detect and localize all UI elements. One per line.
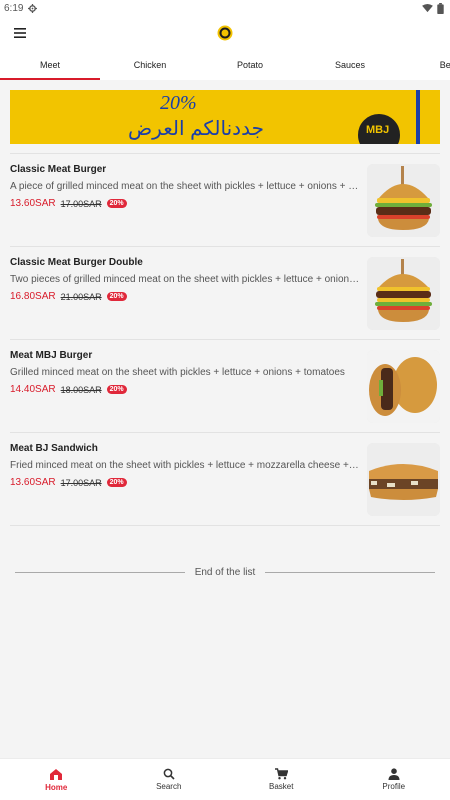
product-item[interactable]: Meat BJ Sandwich Fried minced meat on th…: [10, 432, 440, 525]
product-price: 14.40SAR: [10, 384, 56, 395]
product-price: 16.80SAR: [10, 291, 56, 302]
mbj-logo-icon: [217, 25, 233, 41]
sandwich-image: [367, 443, 440, 516]
cart-icon: [274, 768, 288, 780]
status-left: 6:19: [4, 2, 38, 14]
nav-label: Search: [156, 782, 182, 791]
product-item[interactable]: Classic Meat Burger Double Two pieces of…: [10, 246, 440, 339]
person-icon: [388, 768, 400, 780]
tab-chicken[interactable]: Chicken: [100, 50, 200, 80]
discount-badge: 20%: [106, 292, 127, 301]
divider: [15, 572, 185, 573]
tab-label: Sauces: [334, 60, 366, 70]
nav-search[interactable]: Search: [113, 759, 226, 800]
nav-label: Basket: [269, 782, 294, 791]
price-row: 14.40SAR 18.00SAR 20%: [10, 384, 127, 395]
end-of-list-text: End of the list: [194, 567, 256, 578]
product-name: Meat BJ Sandwich: [10, 443, 98, 454]
status-bar: 6:19: [0, 0, 450, 16]
battery-icon: [437, 2, 444, 14]
product-description: A piece of grilled minced meat on the sh…: [10, 181, 360, 192]
burger-image: [367, 164, 440, 237]
product-description: Grilled minced meat on the sheet with pi…: [10, 367, 345, 378]
product-name: Classic Meat Burger Double: [10, 257, 143, 268]
price-row: 16.80SAR 21.00SAR 20%: [10, 291, 127, 302]
list-divider: [10, 525, 440, 526]
tab-potato[interactable]: Potato: [200, 50, 300, 80]
settings-gear-icon: [28, 3, 38, 13]
status-right: [422, 2, 444, 14]
banner-text: جددنالكم العرض: [128, 118, 264, 140]
tab-label: Chicken: [133, 60, 167, 70]
product-item[interactable]: Meat MBJ Burger Grilled minced meat on t…: [10, 339, 440, 432]
discount-badge: 20%: [106, 385, 127, 394]
double-burger-image: [367, 257, 440, 330]
nav-label: Profile: [382, 782, 406, 791]
wifi-icon: [422, 3, 433, 12]
product-item[interactable]: Classic Meat Burger A piece of grilled m…: [10, 153, 440, 246]
banner-stripe: [416, 90, 420, 144]
end-of-list: End of the list: [15, 567, 435, 578]
bottom-nav: Home Search Basket Profile: [0, 758, 450, 800]
product-list: Classic Meat Burger A piece of grilled m…: [10, 153, 440, 526]
tab-label: Potato: [236, 60, 264, 70]
product-old-price: 17.00SAR: [60, 198, 102, 209]
product-description: Two pieces of grilled minced meat on the…: [10, 274, 360, 285]
tab-meet[interactable]: Meet: [0, 50, 100, 80]
tab-sauces[interactable]: Sauces: [300, 50, 400, 80]
banner-logo-icon: [356, 112, 402, 144]
product-old-price: 21.00SAR: [60, 291, 102, 302]
status-time: 6:19: [4, 2, 24, 14]
price-row: 13.60SAR 17.00SAR 20%: [10, 477, 127, 488]
discount-badge: 20%: [106, 478, 127, 487]
discount-badge: 20%: [106, 199, 127, 208]
tab-beverages[interactable]: Beve: [400, 50, 450, 80]
tab-label: Beve: [439, 60, 450, 70]
product-old-price: 18.00SAR: [60, 384, 102, 395]
category-tabs: Meet Chicken Potato Sauces Beve: [0, 50, 450, 80]
product-description: Fried minced meat on the sheet with pick…: [10, 460, 360, 471]
search-icon: [163, 768, 175, 780]
nav-profile[interactable]: Profile: [338, 759, 450, 800]
nav-basket[interactable]: Basket: [225, 759, 338, 800]
product-old-price: 17.00SAR: [60, 477, 102, 488]
promo-banner[interactable]: 20% جددنالكم العرض: [10, 90, 440, 144]
home-icon: [50, 768, 63, 780]
app-bar: [0, 16, 450, 50]
product-price: 13.60SAR: [10, 198, 56, 209]
menu-button[interactable]: [3, 16, 37, 50]
price-row: 13.60SAR 17.00SAR 20%: [10, 198, 127, 209]
banner-percent: 20%: [160, 92, 197, 114]
product-price: 13.60SAR: [10, 477, 56, 488]
menu-content[interactable]: 20% جددنالكم العرض Classic Meat Burger A…: [0, 80, 450, 758]
nav-home[interactable]: Home: [0, 759, 113, 800]
divider: [265, 572, 435, 573]
mbj-burger-image: [367, 350, 440, 423]
product-name: Classic Meat Burger: [10, 164, 107, 175]
hamburger-menu-icon: [14, 28, 26, 38]
product-name: Meat MBJ Burger: [10, 350, 93, 361]
tab-label: Meet: [39, 60, 60, 70]
nav-label: Home: [45, 782, 68, 792]
